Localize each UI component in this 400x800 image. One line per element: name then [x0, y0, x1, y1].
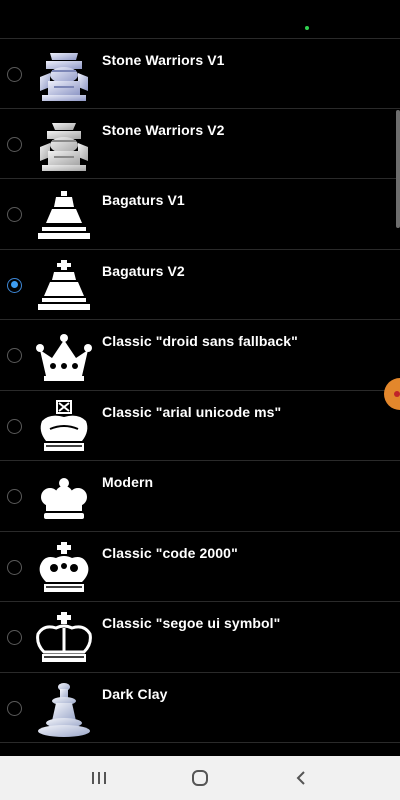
- piece-set-item-dark-clay[interactable]: Dark Clay: [0, 673, 400, 743]
- piece-set-item-stone-warriors-v1[interactable]: Stone Warriors V1: [0, 38, 400, 109]
- piece-set-item-classic-arial-unicode-ms[interactable]: Classic "arial unicode ms": [0, 391, 400, 461]
- piece-set-label: Classic "segoe ui symbol": [102, 615, 281, 631]
- back-button[interactable]: [281, 758, 321, 798]
- piece-set-list: Stone Warriors V1 Stone Warriors V2 Baga…: [0, 38, 400, 743]
- radio-button-selected[interactable]: [7, 277, 22, 293]
- cross-king-icon: [32, 399, 96, 455]
- stone-warrior-king-icon: [32, 117, 96, 173]
- radio-button[interactable]: [7, 559, 22, 575]
- radio-button[interactable]: [7, 700, 22, 716]
- system-navigation-bar: [0, 756, 400, 800]
- modern-king-icon: [32, 469, 96, 525]
- piece-set-label: Classic "arial unicode ms": [102, 403, 282, 420]
- piece-set-item-classic-code-2000[interactable]: Classic "code 2000": [0, 532, 400, 602]
- radio-button[interactable]: [7, 207, 22, 222]
- status-indicator-dot: [305, 26, 309, 30]
- ornate-king-icon: [32, 540, 96, 596]
- bagatur-king-icon: [32, 258, 96, 314]
- scrollbar[interactable]: [396, 110, 400, 228]
- piece-set-item-classic-droid-sans-fallback[interactable]: Classic "droid sans fallback": [0, 320, 400, 391]
- piece-set-label: Bagaturs V2: [102, 262, 185, 279]
- piece-set-label: Classic "droid sans fallback": [102, 333, 298, 349]
- clay-king-icon: [32, 681, 96, 737]
- radio-button[interactable]: [7, 136, 22, 152]
- piece-set-label: Stone Warriors V1: [102, 52, 225, 68]
- piece-set-label: Modern: [102, 474, 154, 490]
- piece-set-item-modern[interactable]: Modern: [0, 461, 400, 532]
- stone-warrior-king-icon: [32, 47, 96, 103]
- home-icon: [191, 770, 208, 786]
- recents-icon: [91, 772, 106, 784]
- piece-set-label: Bagaturs V1: [102, 192, 185, 208]
- crown-king-icon: [32, 328, 96, 384]
- piece-set-item-bagaturs-v2[interactable]: Bagaturs V2: [0, 250, 400, 320]
- radio-button[interactable]: [7, 489, 22, 504]
- home-button[interactable]: [180, 758, 220, 798]
- piece-set-item-stone-warriors-v2[interactable]: Stone Warriors V2: [0, 109, 400, 179]
- back-icon: [296, 771, 306, 785]
- piece-set-item-bagaturs-v1[interactable]: Bagaturs V1: [0, 179, 400, 250]
- radio-button[interactable]: [7, 67, 22, 82]
- segoe-king-icon: [32, 610, 96, 666]
- piece-set-label: Stone Warriors V2: [102, 121, 225, 138]
- radio-button[interactable]: [7, 348, 22, 363]
- recents-button[interactable]: [79, 758, 119, 798]
- piece-set-label: Classic "code 2000": [102, 544, 238, 561]
- radio-button[interactable]: [7, 418, 22, 434]
- piece-set-label: Dark Clay: [102, 685, 168, 702]
- piece-set-item-classic-segoe-ui-symbol[interactable]: Classic "segoe ui symbol": [0, 602, 400, 673]
- bagatur-king-icon: [32, 187, 96, 243]
- radio-button[interactable]: [7, 630, 22, 645]
